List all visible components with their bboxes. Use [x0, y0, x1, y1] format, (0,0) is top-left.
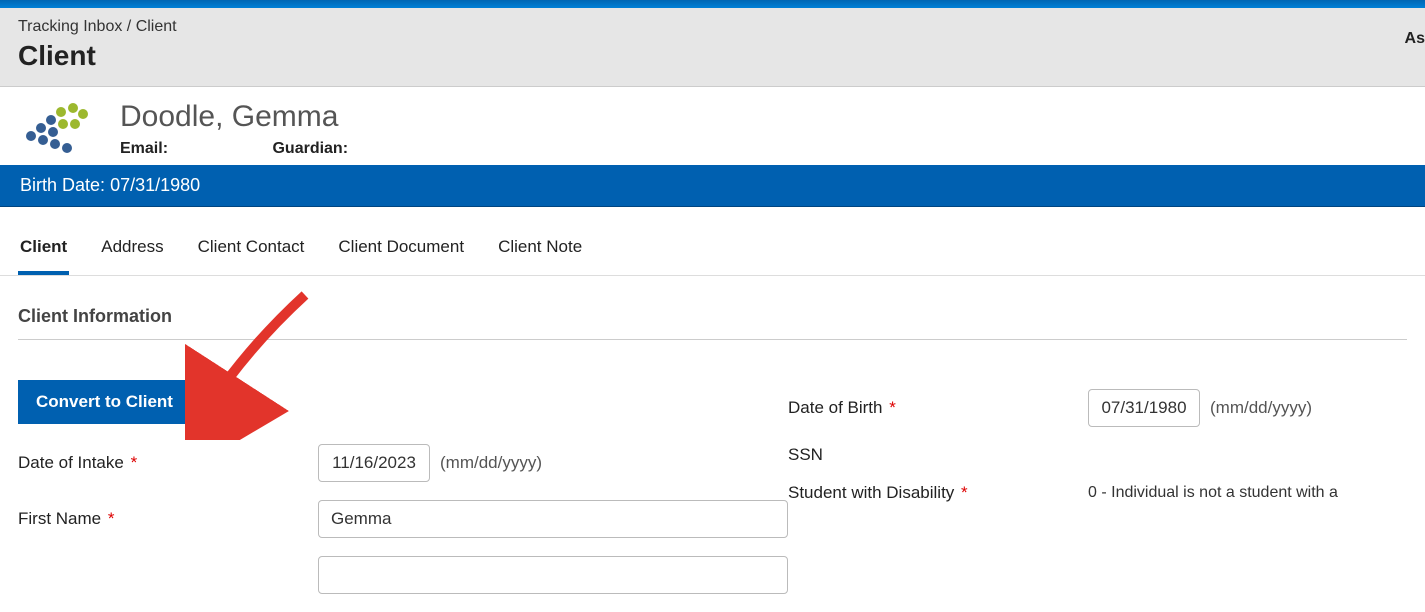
client-name: Doodle, Gemma [120, 100, 1407, 134]
date-of-intake-input[interactable] [318, 444, 430, 482]
hint-date-of-intake: (mm/dd/yyyy) [440, 453, 542, 473]
convert-to-client-button[interactable]: Convert to Client [18, 380, 191, 424]
birth-date-label: Birth Date: [20, 175, 105, 195]
birth-date-value: 07/31/1980 [110, 175, 200, 195]
label-date-of-birth: Date of Birth * [788, 398, 1088, 418]
breadcrumb-current: Client [136, 18, 177, 35]
label-student-disability: Student with Disability * [788, 483, 1088, 503]
date-of-birth-input[interactable] [1088, 389, 1200, 427]
org-logo-icon [18, 99, 98, 159]
breadcrumb-sep: / [127, 18, 136, 35]
tab-client-contact[interactable]: Client Contact [196, 227, 307, 275]
guardian-label: Guardian: [272, 140, 348, 158]
top-accent-bar [0, 0, 1425, 8]
page-title: Client [18, 40, 1407, 72]
info-strip: Birth Date: 07/31/1980 [0, 165, 1425, 207]
section-client-info: Client Information Convert to Client Dat… [0, 276, 1425, 612]
hint-date-of-birth: (mm/dd/yyyy) [1210, 398, 1312, 418]
breadcrumb: Tracking Inbox / Client [18, 18, 1407, 36]
header-right-text: As [1405, 30, 1425, 48]
section-title: Client Information [18, 306, 1407, 340]
label-first-name: First Name * [18, 509, 318, 529]
tab-address[interactable]: Address [99, 227, 165, 275]
first-name-input[interactable] [318, 500, 788, 538]
tab-client[interactable]: Client [18, 227, 69, 275]
label-ssn: SSN [788, 445, 1088, 465]
tab-client-document[interactable]: Client Document [336, 227, 466, 275]
email-label: Email: [120, 140, 168, 158]
label-date-of-intake: Date of Intake * [18, 453, 318, 473]
tabs: Client Address Client Contact Client Doc… [0, 227, 1425, 276]
tab-client-note[interactable]: Client Note [496, 227, 584, 275]
student-disability-value: 0 - Individual is not a student with a [1088, 484, 1338, 502]
breadcrumb-parent[interactable]: Tracking Inbox [18, 18, 122, 35]
breadcrumb-area: Tracking Inbox / Client Client As [0, 8, 1425, 87]
next-input[interactable] [318, 556, 788, 594]
profile-header: Doodle, Gemma Email: Guardian: [0, 87, 1425, 165]
